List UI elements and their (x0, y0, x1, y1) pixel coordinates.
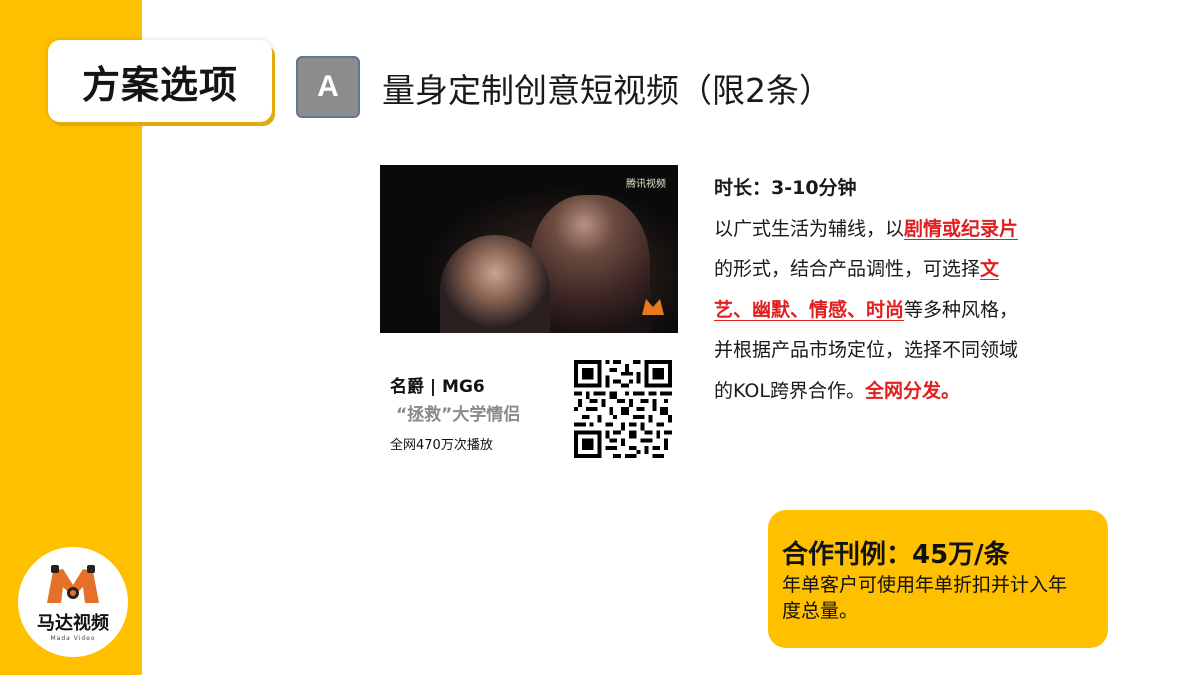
page-title: 量身定制创意短视频（限2条） (382, 71, 832, 110)
description-text-2: 的形式，结合产品调性，可选择 (714, 258, 981, 280)
case-subtitle: “拯救”大学情侣 (396, 405, 521, 425)
option-badge: A (296, 56, 360, 118)
motor-icon (642, 299, 664, 315)
brand-logo: 马达视频 Mada Video (18, 547, 128, 657)
highlight-format: 剧情或纪录片 (904, 217, 1019, 240)
brand-name-en: Mada Video (50, 634, 96, 642)
qr-code-graphic (574, 360, 672, 458)
brand-name: 马达视频 (37, 612, 109, 634)
distribution-note: 全网分发。 (864, 379, 960, 402)
section-tag: 方案选项 (48, 40, 272, 122)
description-block: 时长：3-10分钟 以广式生活为辅线，以剧情或纪录片的形式，结合产品调性，可选择… (714, 168, 1034, 411)
section-tag-label: 方案选项 (81, 62, 238, 107)
pricing-note: 年单客户可使用年单折扣并计入年度总量。 (782, 574, 1068, 622)
motor-logo-icon (47, 564, 99, 603)
video-watermark: 腾讯视频 (626, 179, 666, 190)
option-letter: A (317, 70, 339, 103)
qr-code-icon[interactable] (574, 360, 672, 458)
pricing-title: 合作刊例：45万/条 (782, 540, 1010, 570)
case-title: 名爵 | MG6 (390, 377, 485, 397)
case-video-thumbnail[interactable]: 腾讯视频 (380, 165, 678, 333)
pricing-card: 合作刊例：45万/条 年单客户可使用年单折扣并计入年度总量。 (768, 510, 1108, 648)
case-views: 全网470万次播放 (390, 438, 493, 453)
description-text-1: 以广式生活为辅线，以 (714, 217, 905, 240)
duration-text: 时长：3-10分钟 (714, 177, 857, 199)
video-corner-logo (640, 295, 666, 321)
